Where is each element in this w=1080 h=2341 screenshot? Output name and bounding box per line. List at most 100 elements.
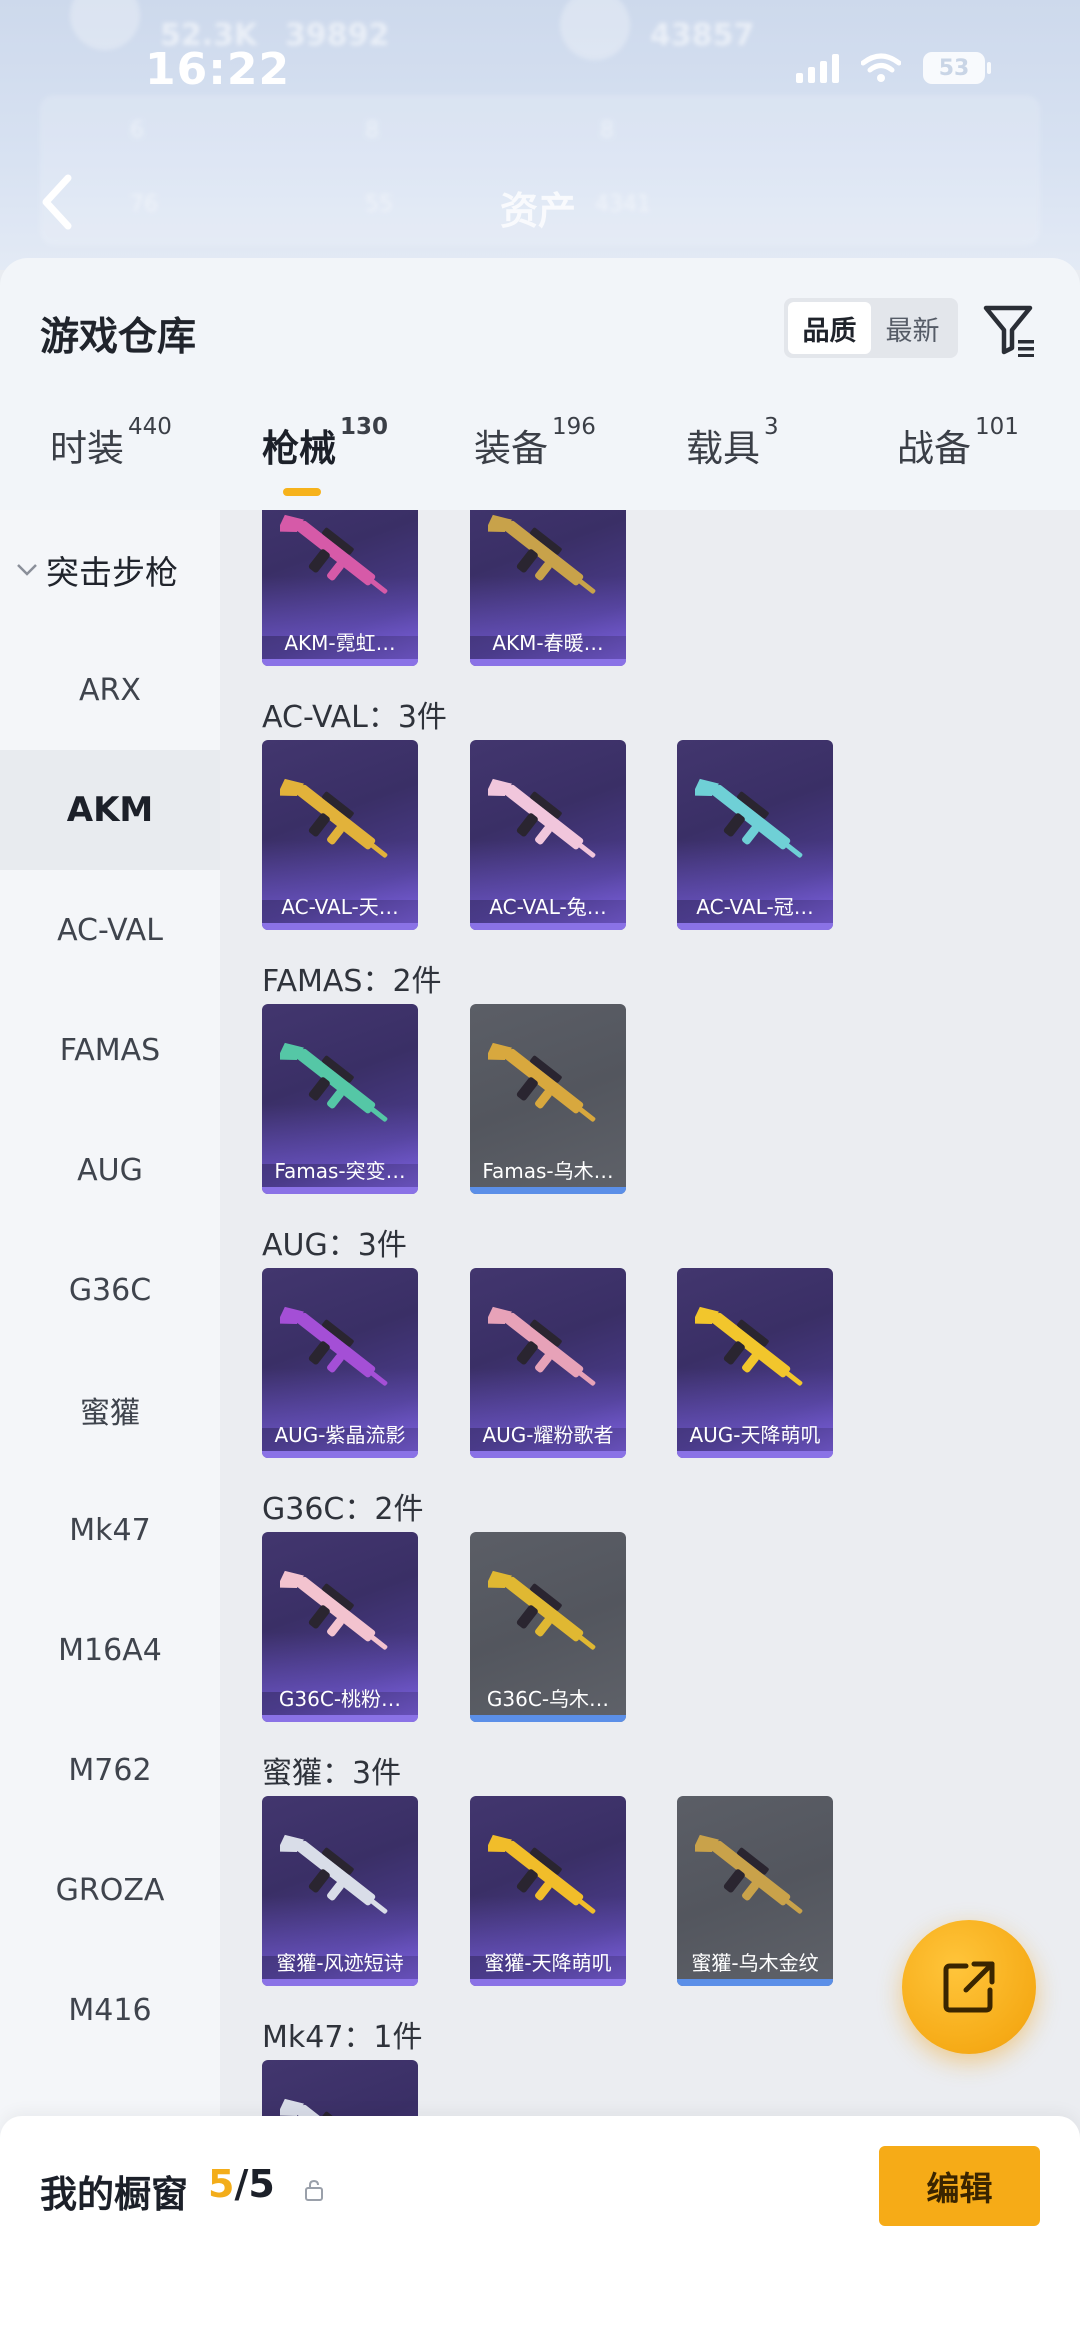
rarity-bar <box>262 1187 418 1194</box>
weapon-card[interactable]: AC-VAL-冠… <box>677 740 833 930</box>
page-title: 资产 <box>500 189 577 233</box>
rarity-bar <box>262 923 418 930</box>
sidebar-item-akm[interactable]: AKM <box>0 750 220 870</box>
sidebar-item-m762[interactable]: M762 <box>0 1710 220 1830</box>
section-title: FAMAS：2件 <box>262 964 442 999</box>
weapon-name: AUG-紫晶流影 <box>274 1423 406 1447</box>
filter-icon[interactable] <box>980 300 1038 358</box>
weapon-name: Famas-乌木… <box>482 1159 614 1183</box>
showcase-bar: 我的橱窗 5/5 编辑 <box>0 2116 1080 2341</box>
weapon-name: 蜜獾-天降萌叽 <box>484 1951 612 1975</box>
back-icon[interactable] <box>38 172 78 232</box>
sidebar-group-label: 突击步枪 <box>46 553 178 592</box>
sidebar-item-arx[interactable]: ARX <box>0 630 220 750</box>
showcase-current: 5 <box>208 2162 235 2206</box>
rifle-icon <box>280 1042 388 1122</box>
rarity-bar <box>262 1451 418 1458</box>
sidebar-item-mk47[interactable]: Mk47 <box>0 1470 220 1590</box>
sidebar-item-famas[interactable]: FAMAS <box>0 990 220 1110</box>
sidebar-item-g36c[interactable]: G36C <box>0 1230 220 1350</box>
chevron-down-icon <box>17 564 37 576</box>
section-title: 蜜獾：3件 <box>262 1756 402 1791</box>
rifle-icon <box>488 1570 596 1650</box>
header-background: 52.3K 39892 43857 6 8 8 76 55 4341 16:22… <box>0 0 1080 270</box>
header-number: 39892 <box>285 18 390 53</box>
sidebar-item-m416[interactable]: M416 <box>0 1950 220 2070</box>
weapon-name: G36C-乌木… <box>486 1687 610 1711</box>
weapon-grid: AKM-霓虹… AKM-春暖… AC-VAL：3件 AC-VAL-天… AC-VAL-兔… <box>220 510 1080 2341</box>
rarity-bar <box>677 1979 833 1986</box>
rifle-icon <box>488 1834 596 1914</box>
active-tab-indicator <box>283 488 321 496</box>
sort-toggle: 品质 最新 <box>784 298 958 358</box>
rifle-icon <box>280 1570 388 1650</box>
avatar <box>560 0 630 60</box>
avatar <box>70 0 140 50</box>
battery-icon: 53 <box>923 52 991 84</box>
wifi-icon <box>861 53 901 82</box>
rarity-bar <box>262 659 418 666</box>
showcase-count: 5/5 <box>208 2162 275 2206</box>
tab-equipment[interactable]: 装备 196 <box>474 414 596 472</box>
sidebar-item-蜜獾[interactable]: 蜜獾 <box>0 1350 220 1470</box>
sort-newest-button[interactable]: 最新 <box>871 302 954 354</box>
weapon-card[interactable]: AC-VAL-兔… <box>470 740 626 930</box>
weapon-card[interactable]: 蜜獾-风迹短诗 <box>262 1796 418 1986</box>
sidebar-item-groza[interactable]: GROZA <box>0 1830 220 1950</box>
weapon-card[interactable]: 蜜獾-乌木金纹 <box>677 1796 833 1986</box>
rarity-bar <box>470 1451 626 1458</box>
weapon-name: Famas-突变… <box>274 1159 406 1183</box>
rarity-bar <box>470 1979 626 1986</box>
section-title: Mk47：1件 <box>262 2020 423 2055</box>
weapon-card[interactable]: Famas-乌木… <box>470 1004 626 1194</box>
status-icons: 53 <box>796 52 991 84</box>
rifle-icon <box>488 778 596 858</box>
external-link-icon <box>943 1961 995 2013</box>
weapon-card[interactable]: Famas-突变… <box>262 1004 418 1194</box>
rifle-icon <box>488 1042 596 1122</box>
weapon-name: AUG-天降萌叽 <box>689 1423 821 1447</box>
tab-vehicles[interactable]: 载具 3 <box>686 414 779 472</box>
weapon-name: AKM-霓虹… <box>284 631 396 655</box>
tab-fashion[interactable]: 时装 440 <box>50 414 172 472</box>
sheet-title: 游戏仓库 <box>40 315 197 360</box>
status-time: 16:22 <box>145 44 291 95</box>
weapon-card[interactable]: G36C-乌木… <box>470 1532 626 1722</box>
rarity-bar <box>470 1715 626 1722</box>
rifle-icon <box>695 778 803 858</box>
weapon-name: 蜜獾-风迹短诗 <box>276 1951 404 1975</box>
stat-value: 8 <box>600 118 614 143</box>
rifle-icon <box>695 1306 803 1386</box>
sort-quality-button[interactable]: 品质 <box>788 302 871 354</box>
sidebar-item-m16a4[interactable]: M16A4 <box>0 1590 220 1710</box>
stat-value: 6 <box>130 118 144 143</box>
weapon-card[interactable]: AUG-耀粉歌者 <box>470 1268 626 1458</box>
weapon-card[interactable]: G36C-桃粉… <box>262 1532 418 1722</box>
weapon-name: AKM-春暖… <box>492 631 604 655</box>
rarity-bar <box>677 1451 833 1458</box>
share-button[interactable] <box>902 1920 1036 2054</box>
stat-value: 76 <box>130 192 158 217</box>
stat-value: 4341 <box>595 192 651 217</box>
weapon-card[interactable]: 蜜獾-天降萌叽 <box>470 1796 626 1986</box>
weapon-card[interactable]: AKM-春暖… <box>470 510 626 666</box>
tab-supplies[interactable]: 战备 101 <box>897 414 1019 472</box>
weapon-card[interactable]: AKM-霓虹… <box>262 510 418 666</box>
sidebar-item-ac-val[interactable]: AC-VAL <box>0 870 220 990</box>
rifle-icon <box>280 778 388 858</box>
weapon-name: AC-VAL-天… <box>281 895 399 919</box>
weapon-card[interactable]: AUG-紫晶流影 <box>262 1268 418 1458</box>
rifle-icon <box>488 1306 596 1386</box>
tab-guns[interactable]: 枪械 130 <box>262 414 388 472</box>
stat-value: 55 <box>365 192 393 217</box>
weapon-name: G36C-桃粉… <box>278 1687 402 1711</box>
rarity-bar <box>470 923 626 930</box>
section-title: G36C：2件 <box>262 1492 424 1527</box>
section-title: AUG：3件 <box>262 1228 407 1263</box>
edit-button[interactable]: 编辑 <box>879 2146 1040 2226</box>
weapon-card[interactable]: AC-VAL-天… <box>262 740 418 930</box>
sidebar-item-aug[interactable]: AUG <box>0 1110 220 1230</box>
rifle-icon <box>280 514 388 594</box>
sidebar-group-assault-rifles[interactable]: 突击步枪 <box>0 510 220 630</box>
weapon-card[interactable]: AUG-天降萌叽 <box>677 1268 833 1458</box>
